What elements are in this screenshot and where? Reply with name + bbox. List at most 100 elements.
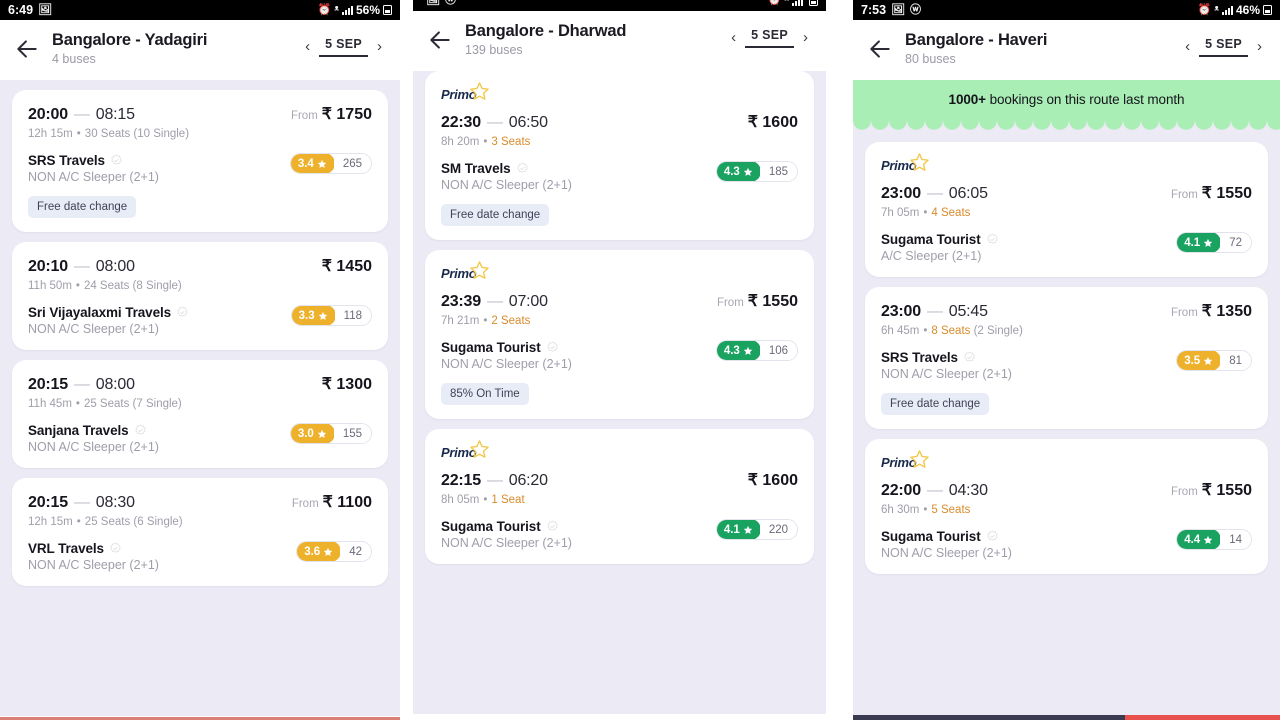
rating-badge[interactable]: 4.1 220 [715,519,798,540]
three-screenshot-collage: 6:49 🖼 ⏰ ᵜ 56% Bangalore - Yadagiri 4 buses ‹ 5 … [0,0,1280,720]
seats-available: 1 Seat [491,494,525,506]
bus-card[interactable]: 20:15 — 08:00 ₹ 1300 11h 45m • 25 Seats (7 Sin… [12,360,388,468]
journey-times: 23:00 — 05:45 [881,303,988,321]
verified-badge-icon [111,154,122,165]
time-separator: — [73,106,90,123]
duration-seats-row: 6h 30m • 5 Seats [881,504,1252,516]
bus-count-label: 80 buses [905,52,956,66]
offer-tag: 85% On Time [441,383,529,405]
rating-value: 4.3 [723,344,740,357]
bus-card[interactable]: Primo 22:15 — 06:20 ₹ 1600 8h 05m • 1 Seat Sugam… [425,429,814,564]
bus-count-label: 4 buses [52,52,96,66]
rating-badge[interactable]: 4.3 185 [715,161,798,182]
bus-type-label: NON A/C Sleeper (2+1) [28,558,159,572]
rating-badge[interactable]: 3.3 118 [290,305,372,326]
bus-card[interactable]: Primo 22:30 — 06:50 ₹ 1600 8h 20m • 3 Seats SM T… [425,71,814,240]
bus-card[interactable]: 20:15 — 08:30 From ₹ 1100 12h 15m • 25 Seats (6… [12,478,388,586]
price-prefix-label: From [1170,307,1198,319]
back-arrow-icon[interactable] [427,27,453,53]
bus-type-label: NON A/C Sleeper (2+1) [28,170,159,184]
status-bar-0: 6:49 🖼 ⏰ ᵜ 56% [0,0,400,20]
photo-icon: 🖼 [891,3,905,16]
operator-name-text: Sanjana Travels [28,423,129,438]
arrival-time: 07:00 [508,293,548,310]
bus-card[interactable]: 20:00 — 08:15 From ₹ 1750 12h 15m • 30 Seats (1… [12,90,388,232]
selected-date-label[interactable]: 5 SEP [745,27,794,48]
rating-badge[interactable]: 4.4 14 [1176,529,1252,550]
rating-badge[interactable]: 3.6 42 [296,541,372,562]
page-title: Bangalore - Haveri [905,31,1048,49]
rating-badge[interactable]: 3.5 81 [1176,350,1252,371]
verified-badge-icon [987,530,998,541]
single-seats-note: (10 Single) [133,128,190,140]
price-amount: ₹ 1550 [1201,482,1252,499]
star-icon [743,525,753,534]
price-prefix-label: From [291,498,319,510]
rating-score: 4.4 [1177,530,1222,549]
bus-card[interactable]: Primo 23:39 — 07:00 From ₹ 1550 7h 21m • 2 Seats… [425,250,814,419]
verified-badge-icon [110,542,121,553]
operator-name: Sugama Tourist [881,529,1012,544]
status-bar-right: ⏰ ᵜ 46% [1198,3,1272,17]
operator-block: Sugama Tourist NON A/C Sleeper (2+1) [441,519,572,550]
fare-price: From ₹ 1750 [291,104,372,124]
date-navigator: ‹ 5 SEP › [1183,36,1264,57]
back-button[interactable] [867,36,893,62]
journey-times: 20:10 — 08:00 [28,258,135,276]
next-date-button[interactable]: › [375,37,384,56]
status-bar-right: ⏰ ᵜ 56% [318,3,392,17]
prev-date-button[interactable]: ‹ [303,37,312,56]
operator-name: Sri Vijayalaxmi Travels [28,305,189,320]
header-text: Bangalore - Haveri 80 buses [905,31,1171,66]
rating-badge[interactable]: 4.3 106 [715,340,798,361]
rating-value: 3.5 [1184,354,1201,367]
alarm-icon: ⏰ [1197,3,1212,16]
primo-badge: Primo [881,449,1252,471]
seats-available: 8 Seats [931,325,971,337]
rating-badge[interactable]: 4.1 72 [1176,232,1252,253]
verified-badge-icon [177,306,188,317]
bottom-bar-navy [853,715,1125,720]
operator-row: Sugama Tourist NON A/C Sleeper (2+1) 4.1 22… [441,519,798,550]
rating-value: 3.0 [297,427,314,440]
page-title: Bangalore - Yadagiri [52,31,208,49]
journey-duration: 11h 45m [28,398,72,410]
selected-date-label[interactable]: 5 SEP [1199,36,1248,57]
bus-card[interactable]: 20:10 — 08:00 ₹ 1450 11h 50m • 24 Seats (8 Sin… [12,242,388,350]
photo-icon: 🖼 [38,3,52,16]
prev-date-button[interactable]: ‹ [729,28,738,47]
status-bar-clock: 7:53 [861,3,887,17]
operator-name-text: SRS Travels [881,350,958,365]
back-arrow-icon[interactable] [867,36,893,62]
rating-score: 3.4 [290,154,335,173]
bus-card[interactable]: Primo 23:00 — 06:05 From ₹ 1550 7h 05m • 4 Seats… [865,142,1268,277]
bus-list-0[interactable]: 20:00—08:15 From ₹ 1750 12h 15m • 30 Seats (1… [0,80,400,716]
status-bar-2: 7:53 🖼 ⓦ ⏰ ᵜ 46% [853,0,1280,20]
operator-name-text: Sugama Tourist [441,519,541,534]
rating-badge[interactable]: 3.0 155 [289,423,372,444]
selected-date-label[interactable]: 5 SEP [319,36,368,57]
bottom-nav-strip [853,715,1280,720]
dot-separator: • [76,516,81,528]
bus-list-2[interactable]: 1000+ bookings on this route last month P… [853,80,1280,716]
operator-name-text: SRS Travels [28,153,105,168]
back-button[interactable] [427,27,453,53]
card-top-row: 23:00 — 06:05 From ₹ 1550 [881,183,1252,203]
next-date-button[interactable]: › [1255,37,1264,56]
next-date-button[interactable]: › [801,28,810,47]
header-text: Bangalore - Dharwad 139 buses [465,22,717,57]
fare-price: From ₹ 1350 [1171,301,1252,321]
card-top-row: 20:15 — 08:00 ₹ 1300 [28,374,372,394]
prev-date-button[interactable]: ‹ [1183,37,1192,56]
departure-time: 22:00 [881,482,921,499]
bus-card[interactable]: Primo 22:00 — 04:30 From ₹ 1550 6h 30m • 5 Seats… [865,439,1268,574]
primo-star-icon [910,449,930,468]
bus-type-label: NON A/C Sleeper (2+1) [441,536,572,550]
back-button[interactable] [14,36,40,62]
rating-badge[interactable]: 3.4 265 [289,153,372,174]
duration-seats-row: 12h 15m • 30 Seats (10 Single) [28,128,372,140]
bus-card[interactable]: 23:00 — 05:45 From ₹ 1350 6h 45m • 8 Seats (2 S… [865,287,1268,429]
bus-list-1[interactable]: Primo 22:30—06:50 ₹ 1600 8h 20m • 3 Seats SM T… [413,71,826,714]
back-arrow-icon[interactable] [14,36,40,62]
bus-type-label: A/C Sleeper (2+1) [881,249,982,263]
